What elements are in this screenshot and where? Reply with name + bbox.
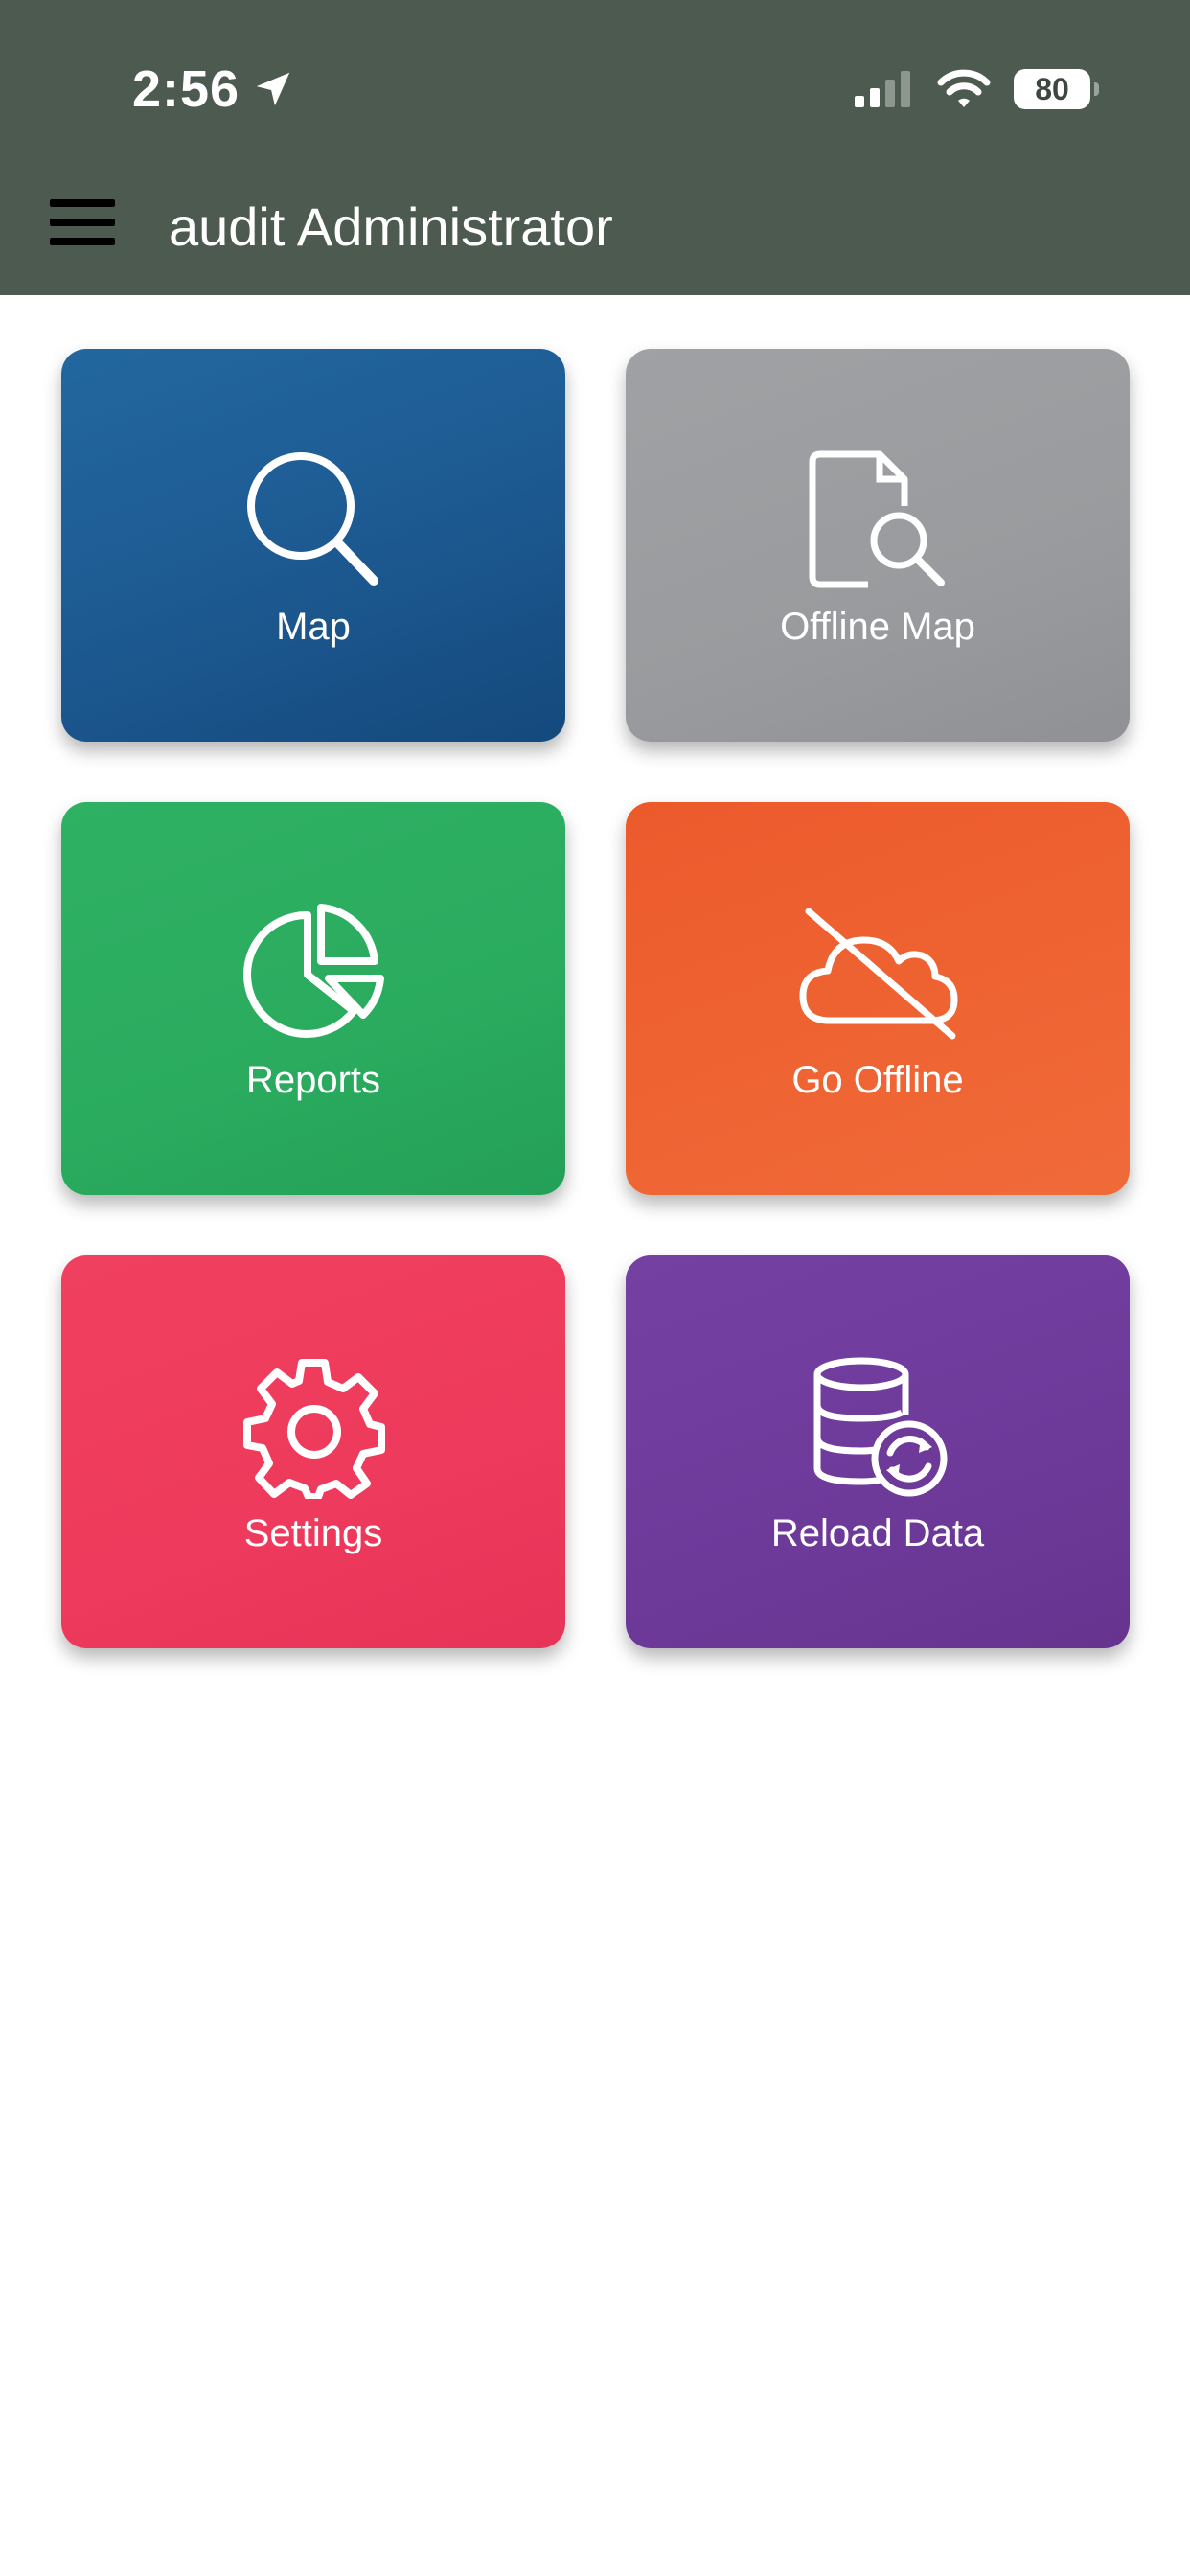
go-offline-tile[interactable]: Go Offline (626, 802, 1130, 1195)
settings-tile[interactable]: Settings (61, 1255, 565, 1648)
search-icon (247, 452, 378, 586)
map-label: Map (276, 606, 351, 648)
settings-label: Settings (243, 1512, 383, 1554)
database-refresh-icon (813, 1357, 948, 1497)
offline-map-label: Offline Map (780, 606, 975, 648)
status-time: 2:56 (132, 56, 295, 123)
reload-data-tile[interactable]: Reload Data (626, 1255, 1130, 1648)
go-offline-label: Go Offline (791, 1059, 964, 1101)
cloud-off-icon (799, 908, 958, 1040)
status-icons: 80 (853, 59, 1099, 119)
top-bar: 2:56 80 audit Administrator (0, 0, 1190, 295)
location-arrow-icon (256, 72, 290, 106)
battery-level: 80 (1035, 71, 1069, 106)
hamburger-menu-icon[interactable] (50, 199, 115, 247)
status-time-text: 2:56 (132, 60, 240, 118)
map-tile[interactable]: Map (61, 349, 565, 742)
reports-label: Reports (245, 1059, 381, 1101)
reload-data-label: Reload Data (770, 1512, 985, 1554)
page-title: audit Administrator (169, 196, 613, 257)
wifi-icon (937, 69, 991, 107)
document-search-icon (809, 450, 945, 588)
signal-icon (855, 71, 910, 107)
gear-icon (243, 1359, 385, 1499)
pie-chart-icon (243, 904, 384, 1038)
reports-tile[interactable]: Reports (61, 802, 565, 1195)
battery-icon: 80 (1014, 69, 1099, 109)
offline-map-tile[interactable]: Offline Map (626, 349, 1130, 742)
